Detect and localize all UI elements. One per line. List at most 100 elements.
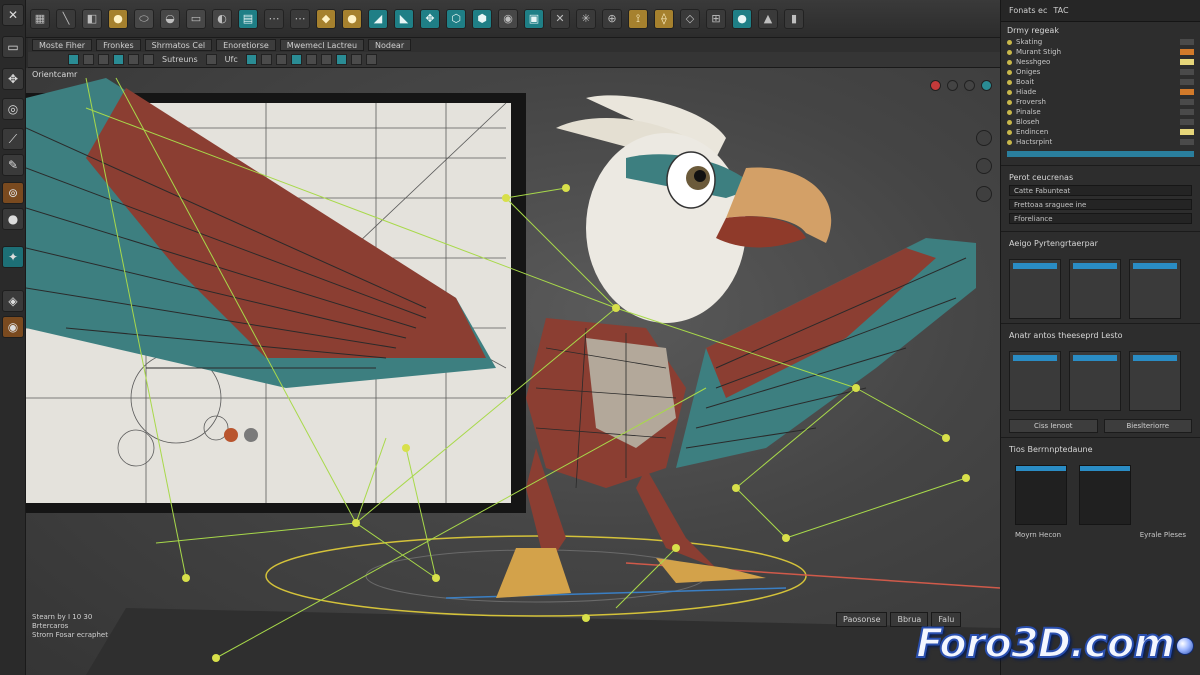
graph-panel[interactable] <box>1079 465 1131 525</box>
outliner-row[interactable]: Skating <box>1007 37 1194 47</box>
display-icon[interactable] <box>964 80 975 91</box>
tool-icon[interactable]: ▮ <box>784 8 804 29</box>
tool-icon[interactable] <box>305 54 317 65</box>
preset-card[interactable] <box>1009 259 1061 319</box>
outliner-row[interactable]: Hiade <box>1007 87 1194 97</box>
sphere-icon[interactable]: ● <box>108 8 128 29</box>
sculpt-tool-icon[interactable]: ◉ <box>2 316 24 338</box>
tab[interactable]: Shrmatos Cel <box>144 39 213 51</box>
attribute-field[interactable]: Fforeliance <box>1009 213 1192 224</box>
tool-icon[interactable]: ◇ <box>680 8 700 29</box>
tool-icon[interactable]: ✳ <box>576 8 596 29</box>
tool-icon[interactable]: ▤ <box>238 8 258 29</box>
tool-icon[interactable]: ⟠ <box>654 8 674 29</box>
tool-icon[interactable] <box>365 54 377 65</box>
paint-tool-icon[interactable]: ✎ <box>2 154 24 176</box>
tool-icon[interactable]: ⋯ <box>290 8 310 29</box>
control-card[interactable] <box>1009 351 1061 411</box>
timeline-tab[interactable]: Paosonse <box>836 612 888 627</box>
tool-icon[interactable]: ◆ <box>316 8 336 29</box>
tool-icon[interactable] <box>260 54 272 65</box>
attribute-field[interactable]: Frettoaa sraguee ine <box>1009 199 1192 210</box>
select-tool-icon[interactable]: ▭ <box>2 36 24 58</box>
rotate-tool-icon[interactable]: ◎ <box>2 98 24 120</box>
tool-icon[interactable]: ╲ <box>56 8 76 29</box>
tool-icon[interactable] <box>275 54 287 65</box>
tag-label[interactable]: TAC <box>1053 6 1068 15</box>
outliner-scrollbar[interactable] <box>1007 151 1194 157</box>
tool-icon[interactable]: ◐ <box>212 8 232 29</box>
outliner-row[interactable]: Endincen <box>1007 127 1194 137</box>
tool-icon[interactable]: ⊞ <box>706 8 726 29</box>
rig-tool-icon[interactable]: ✦ <box>2 246 24 268</box>
graph-panel[interactable] <box>1015 465 1067 525</box>
logo-icon[interactable]: ✕ <box>2 4 24 26</box>
outliner-row[interactable]: Froversh <box>1007 97 1194 107</box>
tab[interactable]: Nodear <box>368 39 412 51</box>
outliner-row[interactable]: Bloseh <box>1007 117 1194 127</box>
outliner-row[interactable]: Murant Stigh <box>1007 47 1194 57</box>
tool-icon[interactable]: ◉ <box>498 8 518 29</box>
skin-tool-icon[interactable]: ◈ <box>2 290 24 312</box>
action-button[interactable]: Bieslteriorre <box>1103 419 1192 433</box>
view-cube-icon[interactable] <box>976 130 992 146</box>
tool-icon[interactable]: ⋯ <box>264 8 284 29</box>
outliner-row[interactable]: Oniges <box>1007 67 1194 77</box>
brush-tool-icon[interactable]: ⟋ <box>2 128 24 150</box>
tool-icon[interactable]: ◒ <box>160 8 180 29</box>
tool-icon[interactable]: ⊕ <box>602 8 622 29</box>
outliner-row[interactable]: Hactsrpint <box>1007 137 1194 147</box>
record-icon[interactable] <box>930 80 941 91</box>
tool-icon[interactable]: ✥ <box>420 8 440 29</box>
tool-icon[interactable] <box>350 54 362 65</box>
action-button[interactable]: Ciss Ienoot <box>1009 419 1098 433</box>
tool-icon[interactable] <box>245 54 257 65</box>
sphere-tool-icon[interactable]: ● <box>2 208 24 230</box>
view-cube-icon[interactable] <box>976 158 992 174</box>
tool-icon[interactable]: ▲ <box>758 8 778 29</box>
tool-icon[interactable]: ✕ <box>550 8 570 29</box>
preset-card[interactable] <box>1129 259 1181 319</box>
tool-icon[interactable]: ● <box>732 8 752 29</box>
tool-icon[interactable]: ◧ <box>82 8 102 29</box>
tool-icon[interactable] <box>205 54 217 65</box>
file-label[interactable]: Fonats ec <box>1009 6 1047 15</box>
tool-icon[interactable] <box>128 54 139 65</box>
attribute-field[interactable]: Catte Fabunteat <box>1009 185 1192 196</box>
tool-icon[interactable]: ⬡ <box>446 8 466 29</box>
view-cube-icon[interactable] <box>976 186 992 202</box>
control-card[interactable] <box>1129 351 1181 411</box>
tool-icon[interactable] <box>113 54 124 65</box>
tab[interactable]: Enoretiorse <box>216 39 276 51</box>
tool-icon[interactable] <box>320 54 332 65</box>
tool-icon[interactable] <box>143 54 154 65</box>
tab[interactable]: Moste Fiher <box>32 39 93 51</box>
tab[interactable]: Mwemecl Lactreu <box>279 39 365 51</box>
tool-icon[interactable]: ▦ <box>30 8 50 29</box>
tool-icon[interactable]: ▭ <box>186 8 206 29</box>
joint-tool-icon[interactable]: ⊚ <box>2 182 24 204</box>
tool-icon[interactable] <box>290 54 302 65</box>
move-tool-icon[interactable]: ✥ <box>2 68 24 90</box>
3d-viewport[interactable]: Orientcamr Stearn by I 10 30 Brtercaros … <box>26 68 1000 675</box>
outliner-row[interactable]: Nesshgeo <box>1007 57 1194 67</box>
tool-icon[interactable]: ● <box>342 8 362 29</box>
tool-icon[interactable]: ◢ <box>368 8 388 29</box>
tool-icon[interactable] <box>98 54 109 65</box>
tool-icon[interactable]: ◣ <box>394 8 414 29</box>
tool-icon[interactable] <box>335 54 347 65</box>
tool-icon[interactable]: ⟟ <box>628 8 648 29</box>
tool-icon[interactable] <box>83 54 94 65</box>
camera-icon[interactable] <box>981 80 992 91</box>
display-icon[interactable] <box>947 80 958 91</box>
tool-icon[interactable]: ⬭ <box>134 8 154 29</box>
tool-icon[interactable] <box>68 54 79 65</box>
tool-icon[interactable]: ⬢ <box>472 8 492 29</box>
outliner-row[interactable]: Boait <box>1007 77 1194 87</box>
outliner-row[interactable]: Pinalse <box>1007 107 1194 117</box>
control-card[interactable] <box>1069 351 1121 411</box>
tool-icon[interactable]: ▣ <box>524 8 544 29</box>
preset-card[interactable] <box>1069 259 1121 319</box>
tab[interactable]: Fronkes <box>96 39 141 51</box>
graph-section: Tios Berrnnptedaune <box>1001 437 1200 461</box>
